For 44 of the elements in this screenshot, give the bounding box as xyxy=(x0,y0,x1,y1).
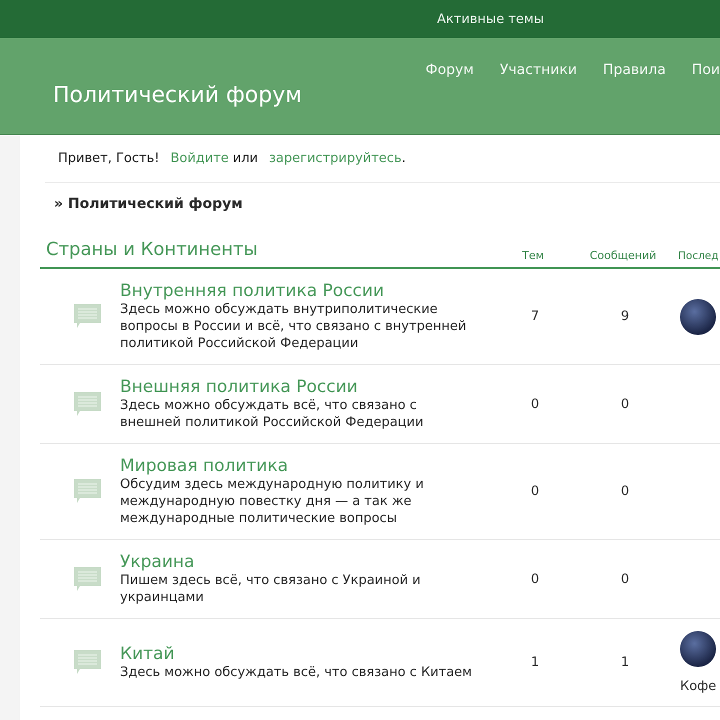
forum-description: Здесь можно обсуждать всё, что связано с Китаем xyxy=(120,664,473,681)
posts-count: 0 xyxy=(620,484,630,499)
topics-count: 0 xyxy=(530,396,540,412)
nav-link[interactable]: Форум xyxy=(426,62,474,78)
login-link[interactable]: Войдите xyxy=(170,151,229,166)
speech-bubble-icon xyxy=(74,392,101,416)
avatar-placeholder[interactable] xyxy=(680,631,716,667)
forum-description: Здесь можно обсуждать всё, что связано с внешней политикой Российской Федерации xyxy=(120,397,424,431)
column-header: Сообщений xyxy=(588,249,658,262)
period-text: . xyxy=(402,151,406,166)
posts-count: 9 xyxy=(620,309,630,324)
forum-title-link[interactable]: Внешняя политика России xyxy=(120,377,500,397)
forum-title-link[interactable]: Китай xyxy=(120,644,500,664)
site-title[interactable]: Политический форум xyxy=(53,83,302,108)
nav-link[interactable]: Правила xyxy=(602,62,666,78)
forum-title-link[interactable]: Мировая политика xyxy=(120,456,500,476)
topics-count: 1 xyxy=(530,655,540,670)
last-poster-name[interactable]: Кофе xyxy=(680,679,716,694)
topics-count: 0 xyxy=(530,484,540,499)
speech-bubble-icon xyxy=(74,479,101,504)
column-header: Тем xyxy=(521,249,545,262)
avatar-placeholder[interactable] xyxy=(680,298,716,334)
posts-count: 1 xyxy=(620,655,630,670)
active-topics-link[interactable]: Активные темы xyxy=(437,12,544,26)
forum-description: Здесь можно обсуждать внутриполитические вопросы в России и всё, что связано с внутренней политикой Российской Федерации xyxy=(120,301,468,352)
column-header: Послед xyxy=(678,250,720,262)
forum-title-link[interactable]: Украина xyxy=(120,552,500,572)
forum-description: Обсудим здесь международную политику и международную повестку дня — а так же международные политические вопросы xyxy=(120,476,425,527)
or-text: или xyxy=(232,151,258,166)
posts-count: 0 xyxy=(620,396,630,412)
speech-bubble-icon xyxy=(74,304,101,329)
nav-link[interactable]: Участники xyxy=(500,62,577,78)
nav-link[interactable]: Пои xyxy=(692,62,720,78)
forum-title-link[interactable]: Внутренняя политика России xyxy=(120,281,500,301)
topics-count: 0 xyxy=(530,572,540,586)
forum-description: Пишем здесь всё, что связано с Украиной и украинцами xyxy=(120,572,422,606)
topics-count: 7 xyxy=(530,309,540,324)
speech-bubble-icon xyxy=(74,650,101,675)
category-title[interactable]: Страны и Континенты xyxy=(40,239,498,260)
breadcrumb[interactable]: » Политический форум xyxy=(40,183,720,226)
greeting-text: Привет, Гость! xyxy=(58,151,160,166)
speech-bubble-icon xyxy=(74,566,101,592)
register-link[interactable]: зарегистрируйтесь xyxy=(269,151,402,166)
posts-count: 0 xyxy=(620,572,630,586)
